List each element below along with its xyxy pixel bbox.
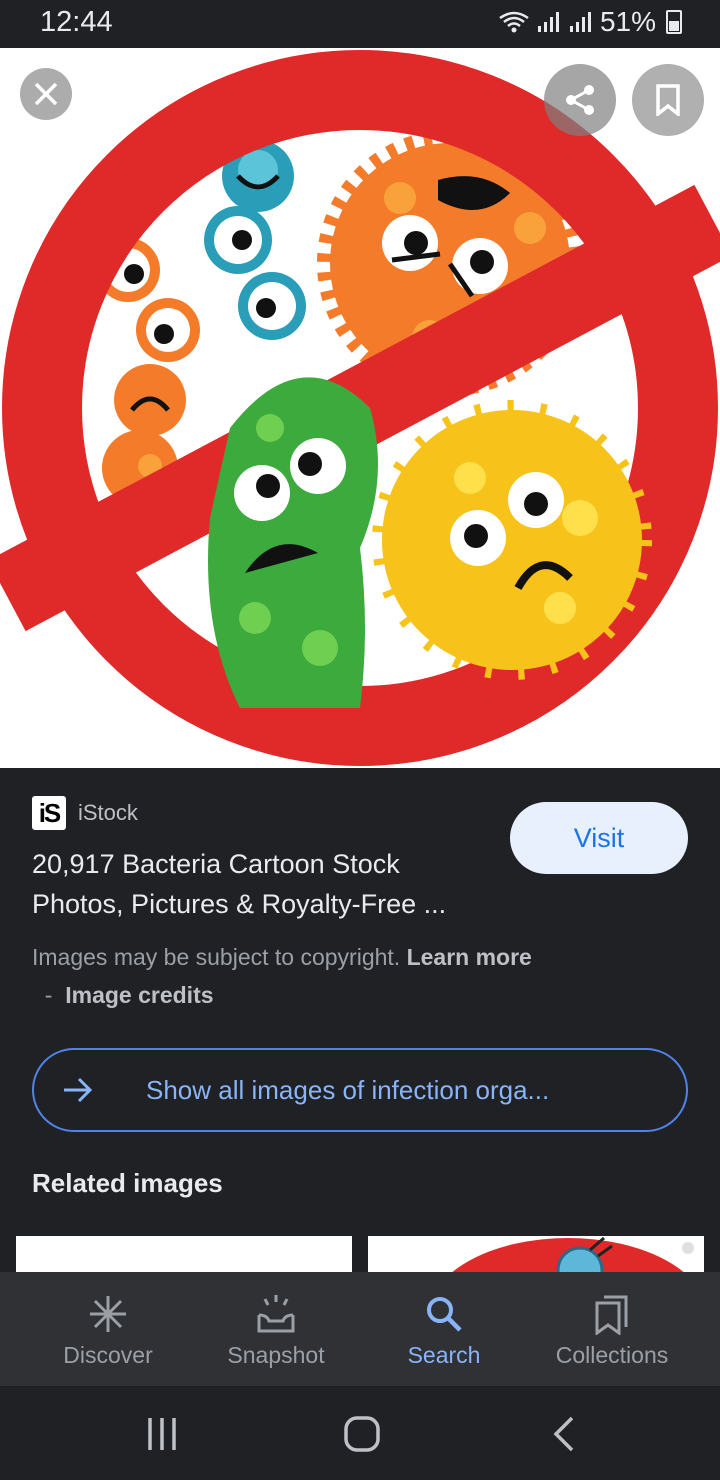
- nav-snapshot[interactable]: Snapshot: [192, 1272, 360, 1386]
- arrow-right-icon: [62, 1077, 98, 1103]
- bacteria-prohibited-image: [0, 48, 720, 768]
- save-button[interactable]: [632, 64, 704, 136]
- nav-collections[interactable]: Collections: [528, 1272, 696, 1386]
- battery-percent: 51%: [599, 6, 656, 37]
- result-title[interactable]: 20,917 Bacteria Cartoon Stock Photos, Pi…: [32, 844, 482, 924]
- related-image-thumbnail[interactable]: [368, 1236, 704, 1272]
- image-preview[interactable]: [0, 48, 720, 768]
- bottom-navigation: Discover Snapshot Search Collections: [0, 1272, 720, 1386]
- snapshot-icon: [257, 1295, 295, 1333]
- recent-apps-icon: [148, 1418, 176, 1450]
- share-button[interactable]: [544, 64, 616, 136]
- show-all-label: Show all images of infection orga...: [146, 1074, 550, 1105]
- related-image-thumbnail[interactable]: [16, 1236, 352, 1272]
- related-images-heading: Related images: [32, 1168, 223, 1198]
- green-bean-germ: [208, 377, 378, 708]
- system-navigation-bar: [0, 1386, 720, 1480]
- status-bar: 12:44 51%: [0, 0, 720, 48]
- source-name: iStock: [78, 800, 138, 825]
- back-button[interactable]: [544, 1406, 584, 1462]
- nav-discover-label: Discover: [63, 1342, 153, 1368]
- collections-icon: [595, 1295, 628, 1335]
- source-row[interactable]: iS iStock: [32, 796, 138, 830]
- image-credits-link[interactable]: Image credits: [65, 982, 213, 1008]
- bookmark-icon: [656, 84, 680, 116]
- visit-button[interactable]: Visit: [510, 802, 688, 874]
- status-time: 12:44: [40, 6, 113, 38]
- home-icon: [344, 1416, 380, 1452]
- signal-icon-2: [569, 12, 591, 32]
- asterisk-icon: [90, 1296, 126, 1332]
- nav-search[interactable]: Search: [360, 1272, 528, 1386]
- share-icon: [566, 85, 594, 115]
- signal-icon: [537, 12, 559, 32]
- source-logo: iS: [32, 796, 66, 830]
- copyright-notice: Images may be subject to copyright. Lear…: [32, 938, 652, 1014]
- learn-more-link[interactable]: Learn more: [407, 944, 532, 970]
- yellow-virus-germ: [372, 400, 652, 680]
- wifi-icon: [499, 11, 529, 33]
- recent-apps-button[interactable]: [140, 1406, 184, 1462]
- nav-collections-label: Collections: [555, 1342, 669, 1368]
- close-button[interactable]: [20, 68, 72, 120]
- related-thumbnail-art: [452, 1236, 694, 1272]
- nav-snapshot-label: Snapshot: [227, 1342, 325, 1368]
- search-icon: [427, 1297, 462, 1332]
- back-icon: [553, 1416, 574, 1452]
- close-icon: [34, 82, 58, 106]
- credits-dash: -: [44, 982, 53, 1008]
- show-all-images-button[interactable]: Show all images of infection orga...: [32, 1048, 688, 1132]
- copyright-text: Images may be subject to copyright.: [32, 944, 401, 970]
- result-info-panel: iS iStock 20,917 Bacteria Cartoon Stock …: [0, 768, 720, 1272]
- home-button[interactable]: [338, 1406, 386, 1462]
- nav-search-label: Search: [407, 1342, 481, 1368]
- nav-discover[interactable]: Discover: [24, 1272, 192, 1386]
- battery-icon: [666, 10, 682, 34]
